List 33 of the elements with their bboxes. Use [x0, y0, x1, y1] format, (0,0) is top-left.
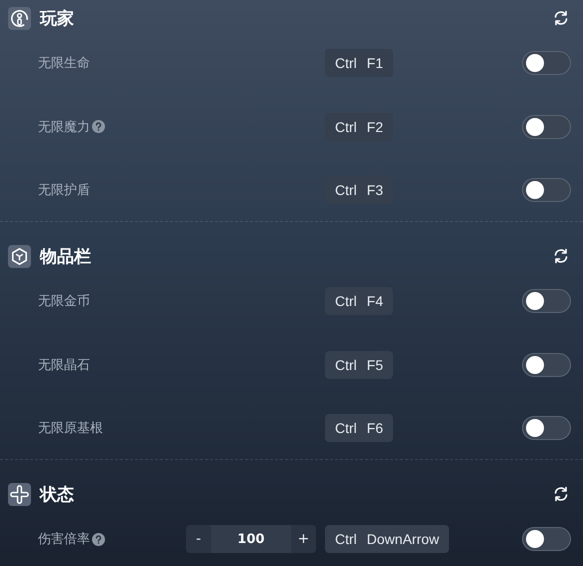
- help-icon[interactable]: [92, 120, 105, 133]
- section-title: 状态: [40, 484, 75, 506]
- option-label: 无限金币: [38, 293, 90, 310]
- toggle-switch[interactable]: [522, 527, 571, 551]
- toggle-switch[interactable]: [522, 352, 571, 376]
- toggle-switch[interactable]: [522, 51, 571, 75]
- toggle-switch[interactable]: [522, 289, 571, 313]
- hotkey-button[interactable]: Ctrl F5: [325, 350, 394, 378]
- help-icon[interactable]: [92, 532, 105, 546]
- toggle-switch[interactable]: [522, 416, 571, 440]
- refresh-icon[interactable]: [553, 248, 569, 264]
- section-title: 物品栏: [40, 246, 92, 268]
- refresh-icon[interactable]: [553, 10, 569, 26]
- hotkey-button[interactable]: Ctrl F4: [325, 287, 394, 315]
- hotkey-button[interactable]: Ctrl F3: [325, 176, 394, 204]
- option-label: 伤害倍率: [38, 531, 90, 548]
- refresh-icon[interactable]: [553, 486, 569, 502]
- value-field[interactable]: 100: [211, 525, 291, 553]
- option-label: 无限原基根: [38, 420, 103, 437]
- option-label: 无限护盾: [38, 182, 90, 199]
- hotkey-button[interactable]: Ctrl F1: [325, 49, 394, 77]
- option-label: 无限晶石: [38, 356, 90, 374]
- section-title: 玩家: [40, 8, 75, 30]
- cube-icon: [8, 244, 31, 268]
- option-label: 无限魔力: [38, 118, 90, 136]
- option-label: 无限生命: [38, 55, 90, 72]
- hotkey-button[interactable]: Ctrl F6: [325, 414, 394, 442]
- hotkey-button[interactable]: Ctrl DownArrow: [325, 525, 450, 553]
- hotkey-button[interactable]: Ctrl F2: [325, 112, 394, 140]
- toggle-switch[interactable]: [522, 178, 571, 202]
- person-icon: [8, 6, 31, 30]
- cross-icon: [8, 482, 31, 506]
- toggle-switch[interactable]: [522, 114, 571, 138]
